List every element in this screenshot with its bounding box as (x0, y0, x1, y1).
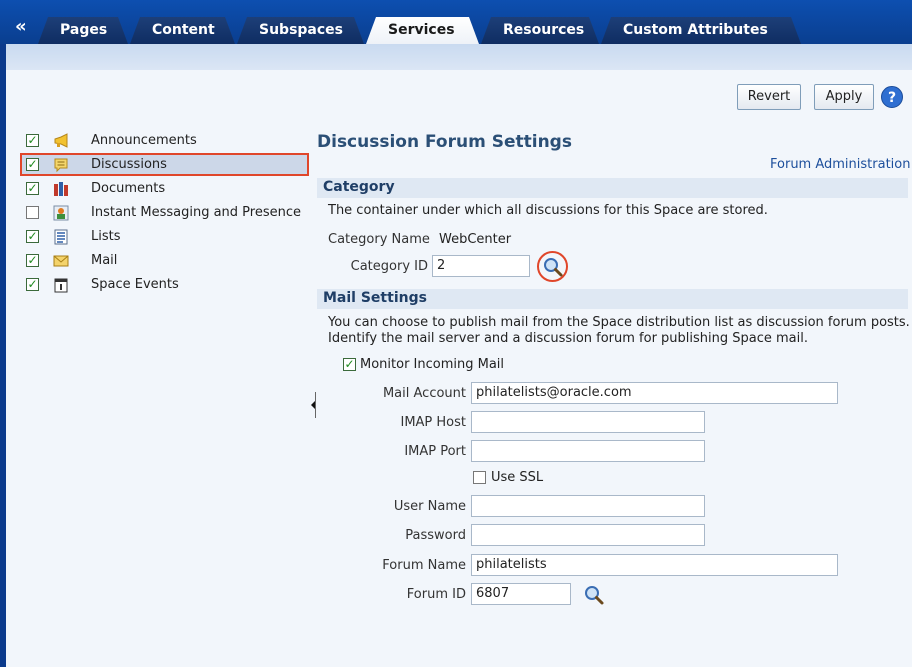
forum-search-icon[interactable] (583, 584, 605, 606)
use-ssl-label: Use SSL (491, 470, 544, 485)
imap-host-label: IMAP Host (400, 415, 466, 430)
password-label: Password (405, 528, 466, 543)
service-item-space-events[interactable]: ✓ Space Events (24, 275, 314, 295)
service-checkbox[interactable]: ✓ (26, 158, 39, 171)
mail-account-label: Mail Account (382, 386, 466, 401)
use-ssl-checkbox[interactable] (473, 471, 486, 484)
forum-id-field[interactable]: 6807 (471, 583, 571, 605)
list-icon (54, 229, 68, 245)
category-id-field[interactable]: 2 (432, 255, 530, 277)
tab-content[interactable]: Content (130, 17, 235, 44)
service-checkbox[interactable]: ✓ (26, 254, 39, 267)
service-checkbox[interactable] (26, 206, 39, 219)
panel-splitter-handle[interactable] (311, 392, 316, 418)
collapse-panel-icon[interactable]: « (15, 18, 27, 36)
service-label: Lists (91, 229, 121, 244)
page-title: Discussion Forum Settings (317, 132, 572, 152)
service-item-instant-messaging[interactable]: Instant Messaging and Presence (24, 203, 314, 223)
service-label: Documents (91, 181, 166, 196)
category-description: The container under which all discussion… (328, 203, 768, 218)
monitor-incoming-mail-label: Monitor Incoming Mail (360, 357, 505, 372)
tab-bar: « Pages Content Subspaces Services Resou… (0, 0, 912, 44)
speech-bubble-icon (54, 158, 68, 173)
service-item-announcements[interactable]: ✓ Announcements (24, 131, 314, 151)
password-field[interactable] (471, 524, 705, 546)
mail-description-line1: You can choose to publish mail from the … (328, 315, 910, 330)
revert-button[interactable]: Revert (737, 84, 801, 110)
service-label: Space Events (91, 277, 179, 292)
service-label: Discussions (91, 157, 167, 172)
service-label: Instant Messaging and Presence (91, 205, 302, 220)
category-name-value: WebCenter (439, 232, 512, 247)
user-name-label: User Name (393, 499, 466, 514)
service-item-mail[interactable]: ✓ Mail (24, 251, 314, 271)
mail-description-line2: Identify the mail server and a discussio… (328, 331, 809, 346)
forum-name-field[interactable]: philatelists (471, 554, 838, 576)
service-label: Announcements (91, 133, 197, 148)
category-id-label: Category ID (350, 259, 428, 274)
tab-subspaces[interactable]: Subspaces (237, 17, 364, 44)
service-checkbox[interactable]: ✓ (26, 182, 39, 195)
service-checkbox[interactable]: ✓ (26, 278, 39, 291)
service-item-lists[interactable]: ✓ Lists (24, 227, 314, 247)
service-checkbox[interactable]: ✓ (26, 230, 39, 243)
books-icon (54, 182, 68, 196)
mail-settings-heading: Mail Settings (317, 289, 908, 309)
forum-administration-link[interactable]: Forum Administration (770, 157, 910, 172)
forum-name-label: Forum Name (382, 558, 466, 573)
tab-pages[interactable]: Pages (38, 17, 128, 44)
presence-icon (53, 205, 69, 221)
category-search-icon[interactable] (542, 256, 564, 278)
help-icon[interactable]: ? (881, 86, 903, 108)
service-label: Mail (91, 253, 118, 268)
service-item-discussions[interactable]: ✓ Discussions (24, 155, 314, 175)
service-item-documents[interactable]: ✓ Documents (24, 179, 314, 199)
user-name-field[interactable] (471, 495, 705, 517)
apply-button[interactable]: Apply (814, 84, 874, 110)
forum-id-label: Forum ID (406, 587, 466, 602)
envelope-icon (53, 255, 69, 267)
megaphone-icon (54, 133, 68, 148)
imap-port-field[interactable] (471, 440, 705, 462)
service-checkbox[interactable]: ✓ (26, 134, 39, 147)
category-name-label: Category Name (328, 232, 430, 247)
monitor-incoming-mail-checkbox[interactable]: ✓ (343, 358, 356, 371)
sub-toolbar (6, 44, 912, 70)
tab-resources[interactable]: Resources (481, 17, 599, 44)
tab-custom-attributes[interactable]: Custom Attributes (601, 17, 801, 44)
imap-port-label: IMAP Port (404, 444, 466, 459)
tab-services[interactable]: Services (366, 17, 479, 44)
imap-host-field[interactable] (471, 411, 705, 433)
mail-account-field[interactable]: philatelists@oracle.com (471, 382, 838, 404)
calendar-icon (54, 278, 68, 293)
category-section-heading: Category (317, 178, 908, 198)
